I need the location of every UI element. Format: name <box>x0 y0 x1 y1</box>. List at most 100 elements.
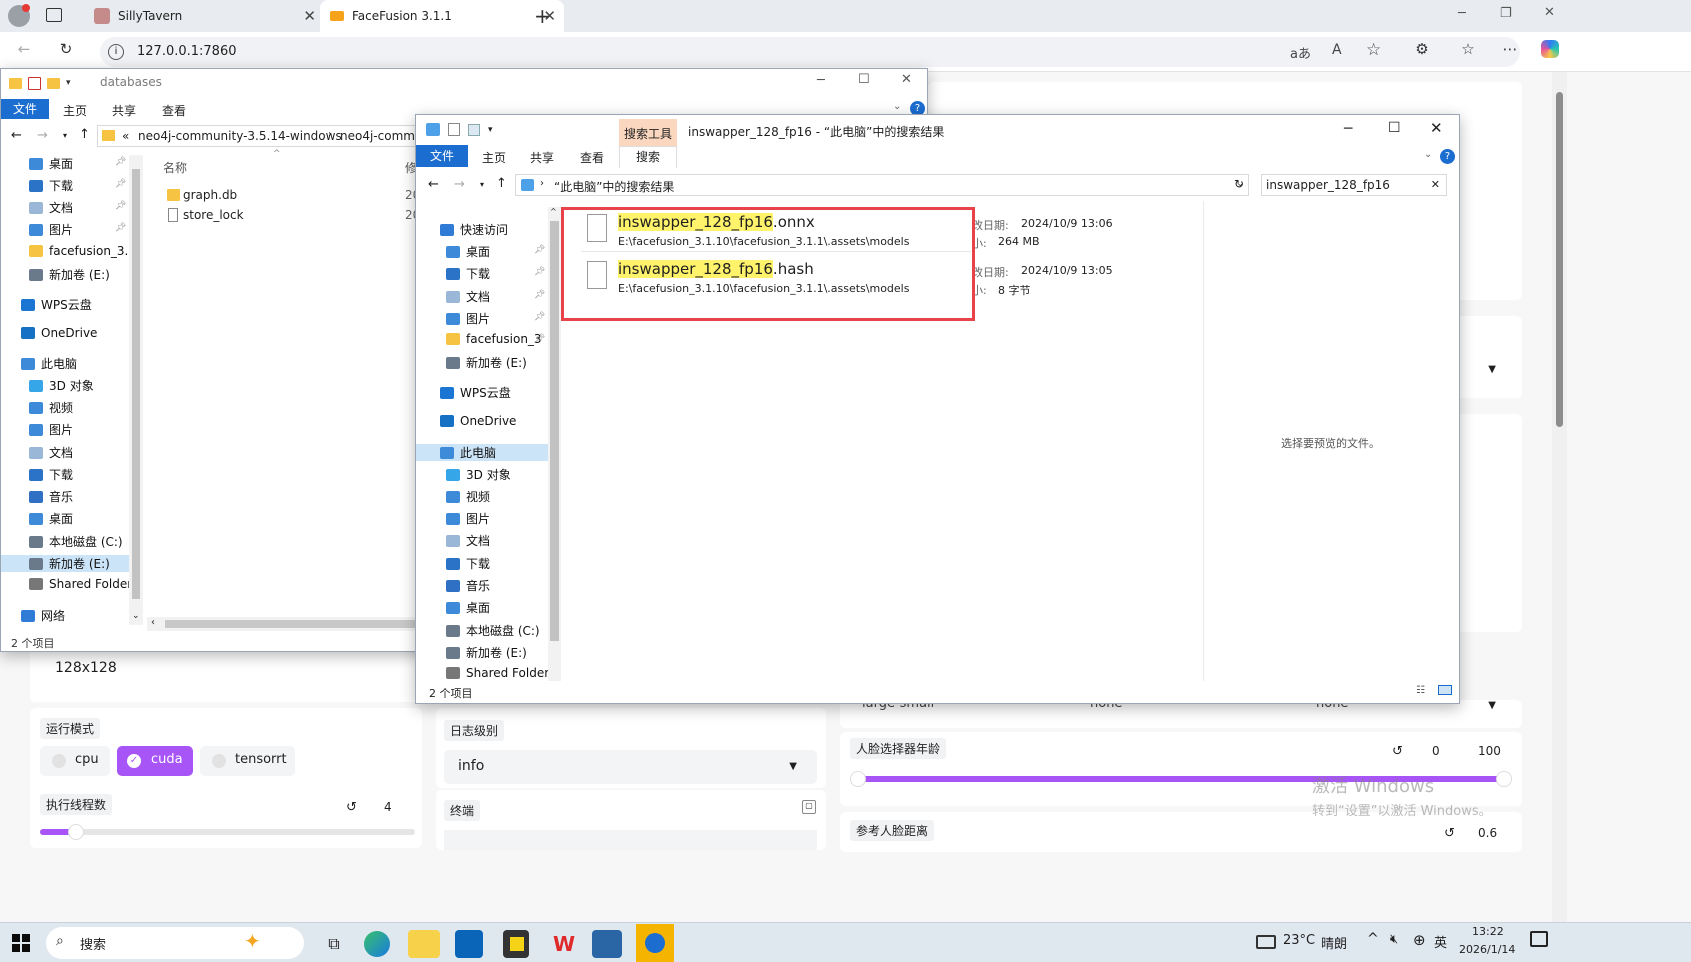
nav-item[interactable]: Shared Folders <box>446 666 548 680</box>
nav-item[interactable]: WPS云盘 <box>21 296 129 313</box>
profile-avatar-icon[interactable] <box>8 4 30 27</box>
search-input[interactable]: inswapper_128_fp16 ✕ <box>1261 174 1447 196</box>
back-icon[interactable]: ← <box>11 128 22 143</box>
volume-icon[interactable]: 🔇︎ <box>1390 932 1398 947</box>
help-app-icon[interactable] <box>636 924 674 962</box>
refresh-icon[interactable]: ↻ <box>54 37 78 61</box>
chevron-down-icon[interactable]: ▼ <box>1488 700 1496 711</box>
clear-search-icon[interactable]: ✕ <box>1431 178 1440 191</box>
nav-item[interactable]: 下载 <box>29 466 129 483</box>
properties-icon[interactable] <box>448 123 460 136</box>
network-globe-icon[interactable]: ⊕ <box>1413 931 1426 949</box>
nav-item[interactable]: 此电脑 <box>416 444 548 461</box>
ribbon-tab-share[interactable]: 共享 <box>112 102 136 119</box>
nav-item[interactable]: 快速访问 <box>440 221 548 238</box>
text-size-icon[interactable]: A <box>1332 42 1342 58</box>
site-info-icon[interactable]: i <box>108 44 124 60</box>
weather-icon[interactable] <box>1256 935 1276 949</box>
back-icon[interactable]: ← <box>428 177 439 192</box>
virtualbox-icon[interactable] <box>592 930 622 958</box>
terminal-output[interactable] <box>444 830 817 850</box>
nav-item[interactable]: 下载 <box>446 265 548 282</box>
tensorrt-option[interactable]: tensorrt <box>200 746 295 776</box>
chevron-down-icon[interactable]: ▼ <box>1488 364 1496 375</box>
favorites-icon[interactable]: ☆ <box>1456 37 1480 61</box>
nav-scrollbar[interactable]: ⌄ <box>129 155 143 625</box>
ribbon-file-tab[interactable]: 文件 <box>1 99 49 119</box>
ribbon-tab-home[interactable]: 主页 <box>482 149 506 166</box>
cuda-option[interactable]: ✓ cuda <box>117 746 193 776</box>
more-menu-icon[interactable]: ⋯ <box>1498 37 1522 61</box>
new-folder-icon[interactable] <box>47 77 60 89</box>
reset-icon[interactable]: ↺ <box>1444 826 1455 841</box>
show-hidden-icons-icon[interactable]: ^ <box>1367 931 1379 947</box>
log-level-dropdown[interactable]: info ▼ <box>444 750 817 784</box>
close-icon[interactable]: ✕ <box>901 72 912 87</box>
back-icon[interactable]: ← <box>12 37 36 61</box>
nav-item[interactable]: 网络 <box>21 607 129 624</box>
copy-icon[interactable]: ▢ <box>802 800 816 814</box>
face-age-max-value[interactable]: 100 <box>1478 744 1501 758</box>
nav-item[interactable]: Shared Folders <box>29 577 129 591</box>
thread-count-slider[interactable] <box>40 824 415 840</box>
nav-item[interactable]: 本地磁盘 (C:) <box>29 533 129 550</box>
close-icon[interactable]: ✕ <box>1430 119 1443 137</box>
nav-item[interactable]: 视频 <box>446 488 548 505</box>
nav-item[interactable]: 下载 <box>446 555 548 572</box>
expand-ribbon-icon[interactable]: ⌄ <box>1424 149 1432 160</box>
nav-item[interactable]: facefusion_3 <box>446 332 548 346</box>
nav-item[interactable]: 文档 <box>29 444 129 461</box>
horizontal-scrollbar[interactable]: ‹ <box>147 617 417 631</box>
ribbon-tab-home[interactable]: 主页 <box>63 102 87 119</box>
restore-window-icon[interactable]: ❐ <box>1500 6 1512 21</box>
nav-item[interactable]: 视频 <box>29 399 129 416</box>
chevron-right-icon[interactable]: › <box>328 129 332 140</box>
nav-item[interactable]: 桌面 <box>446 243 548 260</box>
wps-icon[interactable]: W <box>548 930 580 958</box>
ime-indicator[interactable]: 英 <box>1434 932 1447 951</box>
tab-actions-icon[interactable] <box>46 8 62 22</box>
nav-item[interactable]: WPS云盘 <box>440 384 548 401</box>
copilot-icon[interactable] <box>1538 37 1562 61</box>
ribbon-tab-search[interactable]: 搜索 <box>619 146 677 168</box>
help-icon[interactable]: ? <box>1440 149 1455 164</box>
nav-item[interactable]: 本地磁盘 (C:) <box>446 622 548 639</box>
new-folder-icon[interactable] <box>468 123 480 136</box>
tab-sillytavern[interactable]: SillyTavern ✕ <box>84 0 324 32</box>
file-row[interactable]: store_lock 20 <box>161 206 421 226</box>
notifications-icon[interactable] <box>1530 931 1548 947</box>
start-windows-icon[interactable] <box>12 934 30 952</box>
recent-locations-icon[interactable]: ▾ <box>63 131 67 140</box>
nav-item[interactable]: 文档 <box>446 532 548 549</box>
nav-item[interactable]: 图片 <box>446 310 548 327</box>
favorite-star-icon[interactable]: ☆ <box>1366 40 1381 60</box>
breadcrumb[interactable]: › “此电脑”中的搜索结果 ⌄ <box>515 174 1249 196</box>
properties-icon[interactable] <box>28 76 41 90</box>
nav-item[interactable]: 音乐 <box>446 577 548 594</box>
nav-item[interactable]: 新加卷 (E:) <box>446 644 548 661</box>
breadcrumb-part[interactable]: “此电脑”中的搜索结果 <box>554 178 674 195</box>
minimize-icon[interactable]: ─ <box>1344 121 1352 137</box>
nav-item[interactable]: 桌面 <box>29 155 129 172</box>
breadcrumb-overflow[interactable]: « <box>122 129 129 143</box>
ribbon-tab-view[interactable]: 查看 <box>580 149 604 166</box>
tab-facefusion[interactable]: FaceFusion 3.1.1 ✕ <box>320 0 564 32</box>
minimize-window-icon[interactable]: ─ <box>1458 6 1466 21</box>
refresh-icon[interactable]: ↻ <box>1234 177 1244 191</box>
forward-icon[interactable]: → <box>454 177 465 192</box>
nav-item[interactable]: 图片 <box>29 221 129 238</box>
extensions-icon[interactable]: ⚙ <box>1410 37 1434 61</box>
file-row[interactable]: graph.db 20 <box>161 186 421 206</box>
file-explorer-icon[interactable] <box>408 930 440 958</box>
recent-locations-icon[interactable]: ▾ <box>480 180 484 189</box>
chevron-right-icon[interactable]: › <box>540 178 544 189</box>
address-bar[interactable]: i 127.0.0.1:7860 aあ A ☆ <box>100 37 1520 67</box>
breadcrumb-part[interactable]: neo4j-commun <box>340 129 426 143</box>
explorer-window-search[interactable]: ▾ 搜索工具 inswapper_128_fp16 - “此电脑”中的搜索结果 … <box>415 114 1460 704</box>
breadcrumb-part[interactable]: neo4j-community-3.5.14-windows <box>138 129 342 143</box>
close-window-icon[interactable]: ✕ <box>1544 5 1555 20</box>
sticky-notes-icon[interactable] <box>503 930 529 958</box>
reset-icon[interactable]: ↺ <box>346 800 357 815</box>
column-header-name[interactable]: 名称 <box>163 159 187 176</box>
nav-item[interactable]: 新加卷 (E:) <box>446 354 548 371</box>
